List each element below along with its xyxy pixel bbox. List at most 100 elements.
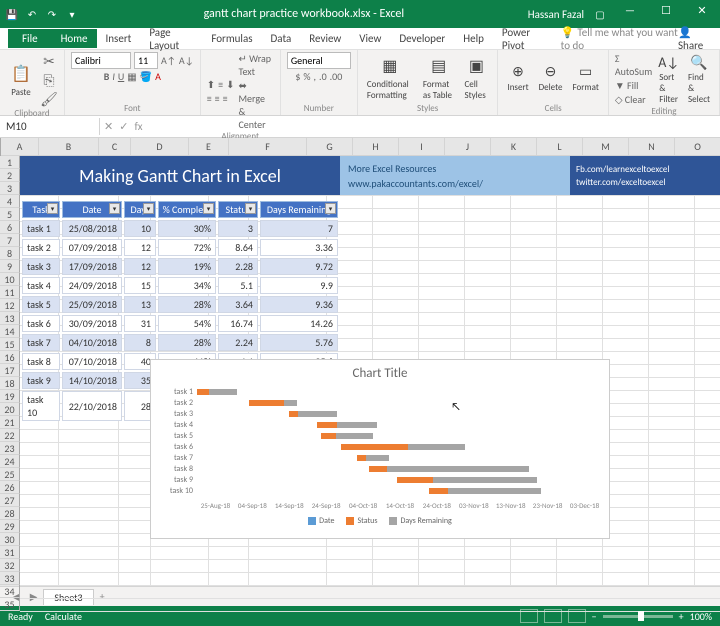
redo-icon[interactable]: ↷ xyxy=(44,6,60,22)
filter-dropdown-icon[interactable]: ▾ xyxy=(109,203,120,214)
table-cell[interactable]: task 10 xyxy=(22,391,60,421)
row-header-32[interactable]: 32 xyxy=(0,559,20,572)
table-cell[interactable]: task 9 xyxy=(22,372,60,389)
sheet-nav-next-icon[interactable]: ▶ xyxy=(26,590,42,603)
row-header-17[interactable]: 17 xyxy=(0,364,20,377)
format-cells-button[interactable]: ▭Format xyxy=(570,62,602,94)
format-painter-icon[interactable]: 🖌 xyxy=(40,90,58,108)
row-header-9[interactable]: 9 xyxy=(0,260,20,273)
find-select-button[interactable]: 🔍Find & Select xyxy=(685,52,713,106)
table-cell[interactable]: 10 xyxy=(124,220,156,237)
fx-icon[interactable]: fx xyxy=(134,120,142,133)
paste-button[interactable]: 📋Paste xyxy=(6,61,36,99)
table-cell[interactable]: 07/10/2018 xyxy=(62,353,122,370)
row-header-5[interactable]: 5 xyxy=(0,208,20,221)
table-header[interactable]: Status▾ xyxy=(218,201,258,218)
row-header-27[interactable]: 27 xyxy=(0,494,20,507)
gantt-chart[interactable]: Chart Title task 1task 2task 3task 4task… xyxy=(150,359,610,539)
table-cell[interactable]: 14.26 xyxy=(260,315,338,332)
qat-dropdown-icon[interactable]: ▾ xyxy=(64,6,80,22)
align-left-icon[interactable]: ≡ xyxy=(207,92,212,105)
sheet-tab-active[interactable]: Sheet3 xyxy=(43,589,93,605)
table-cell[interactable]: 28% xyxy=(158,334,216,351)
table-row[interactable]: task 630/09/20183154%16.7414.26 xyxy=(22,315,338,332)
delete-cells-button[interactable]: ⊖Delete xyxy=(536,62,566,94)
row-header-21[interactable]: 21 xyxy=(0,416,20,429)
ribbon-tab-formulas[interactable]: Formulas xyxy=(202,29,261,48)
row-header-30[interactable]: 30 xyxy=(0,533,20,546)
col-header-C[interactable]: C xyxy=(99,138,131,156)
table-cell[interactable]: 5.76 xyxy=(260,334,338,351)
row-header-12[interactable]: 12 xyxy=(0,299,20,312)
table-cell[interactable]: 7 xyxy=(260,220,338,237)
maximize-button[interactable]: ☐ xyxy=(652,4,680,24)
table-header[interactable]: Task▾ xyxy=(22,201,60,218)
clear-button[interactable]: ◇ Clear xyxy=(615,93,652,106)
table-row[interactable]: task 317/09/20181219%2.289.72 xyxy=(22,258,338,275)
font-size-select[interactable] xyxy=(134,52,158,69)
table-row[interactable]: task 125/08/20181030%37 xyxy=(22,220,338,237)
align-top-icon[interactable]: ⬆ xyxy=(207,78,215,91)
cell-styles-button[interactable]: ▣Cell Styles xyxy=(461,53,491,102)
table-row[interactable]: task 424/09/20181534%5.19.9 xyxy=(22,277,338,294)
conditional-formatting-button[interactable]: ▦Conditional Formatting xyxy=(364,53,416,102)
table-cell[interactable]: 12 xyxy=(124,239,156,256)
fill-button[interactable]: ▼ Fill xyxy=(615,79,652,92)
row-header-26[interactable]: 26 xyxy=(0,481,20,494)
table-cell[interactable]: 30/09/2018 xyxy=(62,315,122,332)
filter-dropdown-icon[interactable]: ▾ xyxy=(245,203,256,214)
align-center-icon[interactable]: ≡ xyxy=(215,92,220,105)
ribbon-tab-developer[interactable]: Developer xyxy=(390,29,454,48)
table-cell[interactable]: 15 xyxy=(124,277,156,294)
table-cell[interactable]: 72% xyxy=(158,239,216,256)
ribbon-tab-file[interactable]: File xyxy=(8,29,52,48)
table-cell[interactable]: 9.9 xyxy=(260,277,338,294)
table-cell[interactable]: 3 xyxy=(218,220,258,237)
row-header-25[interactable]: 25 xyxy=(0,468,20,481)
fill-color-icon[interactable]: 🪣 xyxy=(140,70,152,83)
enter-formula-icon[interactable]: ✓ xyxy=(119,120,128,133)
col-header-I[interactable]: I xyxy=(399,138,445,156)
table-cell[interactable]: 25/08/2018 xyxy=(62,220,122,237)
row-header-24[interactable]: 24 xyxy=(0,455,20,468)
close-button[interactable]: ✕ xyxy=(688,4,716,24)
decrease-decimal-icon[interactable]: .00 xyxy=(330,70,343,83)
row-header-2[interactable]: 2 xyxy=(0,169,20,182)
col-header-H[interactable]: H xyxy=(353,138,399,156)
table-cell[interactable]: 28% xyxy=(158,296,216,313)
share-button[interactable]: 👤 Share xyxy=(678,26,712,52)
table-row[interactable]: task 207/09/20181272%8.643.36 xyxy=(22,239,338,256)
border-icon[interactable]: ▦ xyxy=(127,70,136,83)
table-cell[interactable]: 14/10/2018 xyxy=(62,372,122,389)
table-cell[interactable]: task 3 xyxy=(22,258,60,275)
row-header-7[interactable]: 7 xyxy=(0,234,20,247)
table-cell[interactable]: 13 xyxy=(124,296,156,313)
col-header-G[interactable]: G xyxy=(307,138,353,156)
ribbon-tab-help[interactable]: Help xyxy=(454,29,493,48)
insert-cells-button[interactable]: ⊕Insert xyxy=(504,62,531,94)
table-header[interactable]: % Complete▾ xyxy=(158,201,216,218)
table-row[interactable]: task 704/10/2018828%2.245.76 xyxy=(22,334,338,351)
undo-icon[interactable]: ↶ xyxy=(24,6,40,22)
font-color-icon[interactable]: A xyxy=(155,70,161,83)
table-cell[interactable]: 31 xyxy=(124,315,156,332)
row-header-16[interactable]: 16 xyxy=(0,351,20,364)
row-header-23[interactable]: 23 xyxy=(0,442,20,455)
row-header-18[interactable]: 18 xyxy=(0,377,20,390)
row-header-20[interactable]: 20 xyxy=(0,403,20,416)
align-right-icon[interactable]: ≡ xyxy=(223,92,228,105)
table-cell[interactable]: 12 xyxy=(124,258,156,275)
ribbon-tab-home[interactable]: Home xyxy=(52,29,97,48)
row-header-29[interactable]: 29 xyxy=(0,520,20,533)
zoom-slider[interactable] xyxy=(603,615,673,618)
row-header-31[interactable]: 31 xyxy=(0,546,20,559)
table-cell[interactable]: 8 xyxy=(124,334,156,351)
add-sheet-button[interactable]: + xyxy=(96,590,109,603)
font-name-select[interactable] xyxy=(71,52,131,69)
row-header-22[interactable]: 22 xyxy=(0,429,20,442)
table-cell[interactable]: 2.28 xyxy=(218,258,258,275)
table-row[interactable]: task 525/09/20181328%3.649.36 xyxy=(22,296,338,313)
underline-button[interactable]: U xyxy=(118,70,124,83)
table-cell[interactable]: 3.36 xyxy=(260,239,338,256)
number-format-select[interactable] xyxy=(287,52,351,69)
